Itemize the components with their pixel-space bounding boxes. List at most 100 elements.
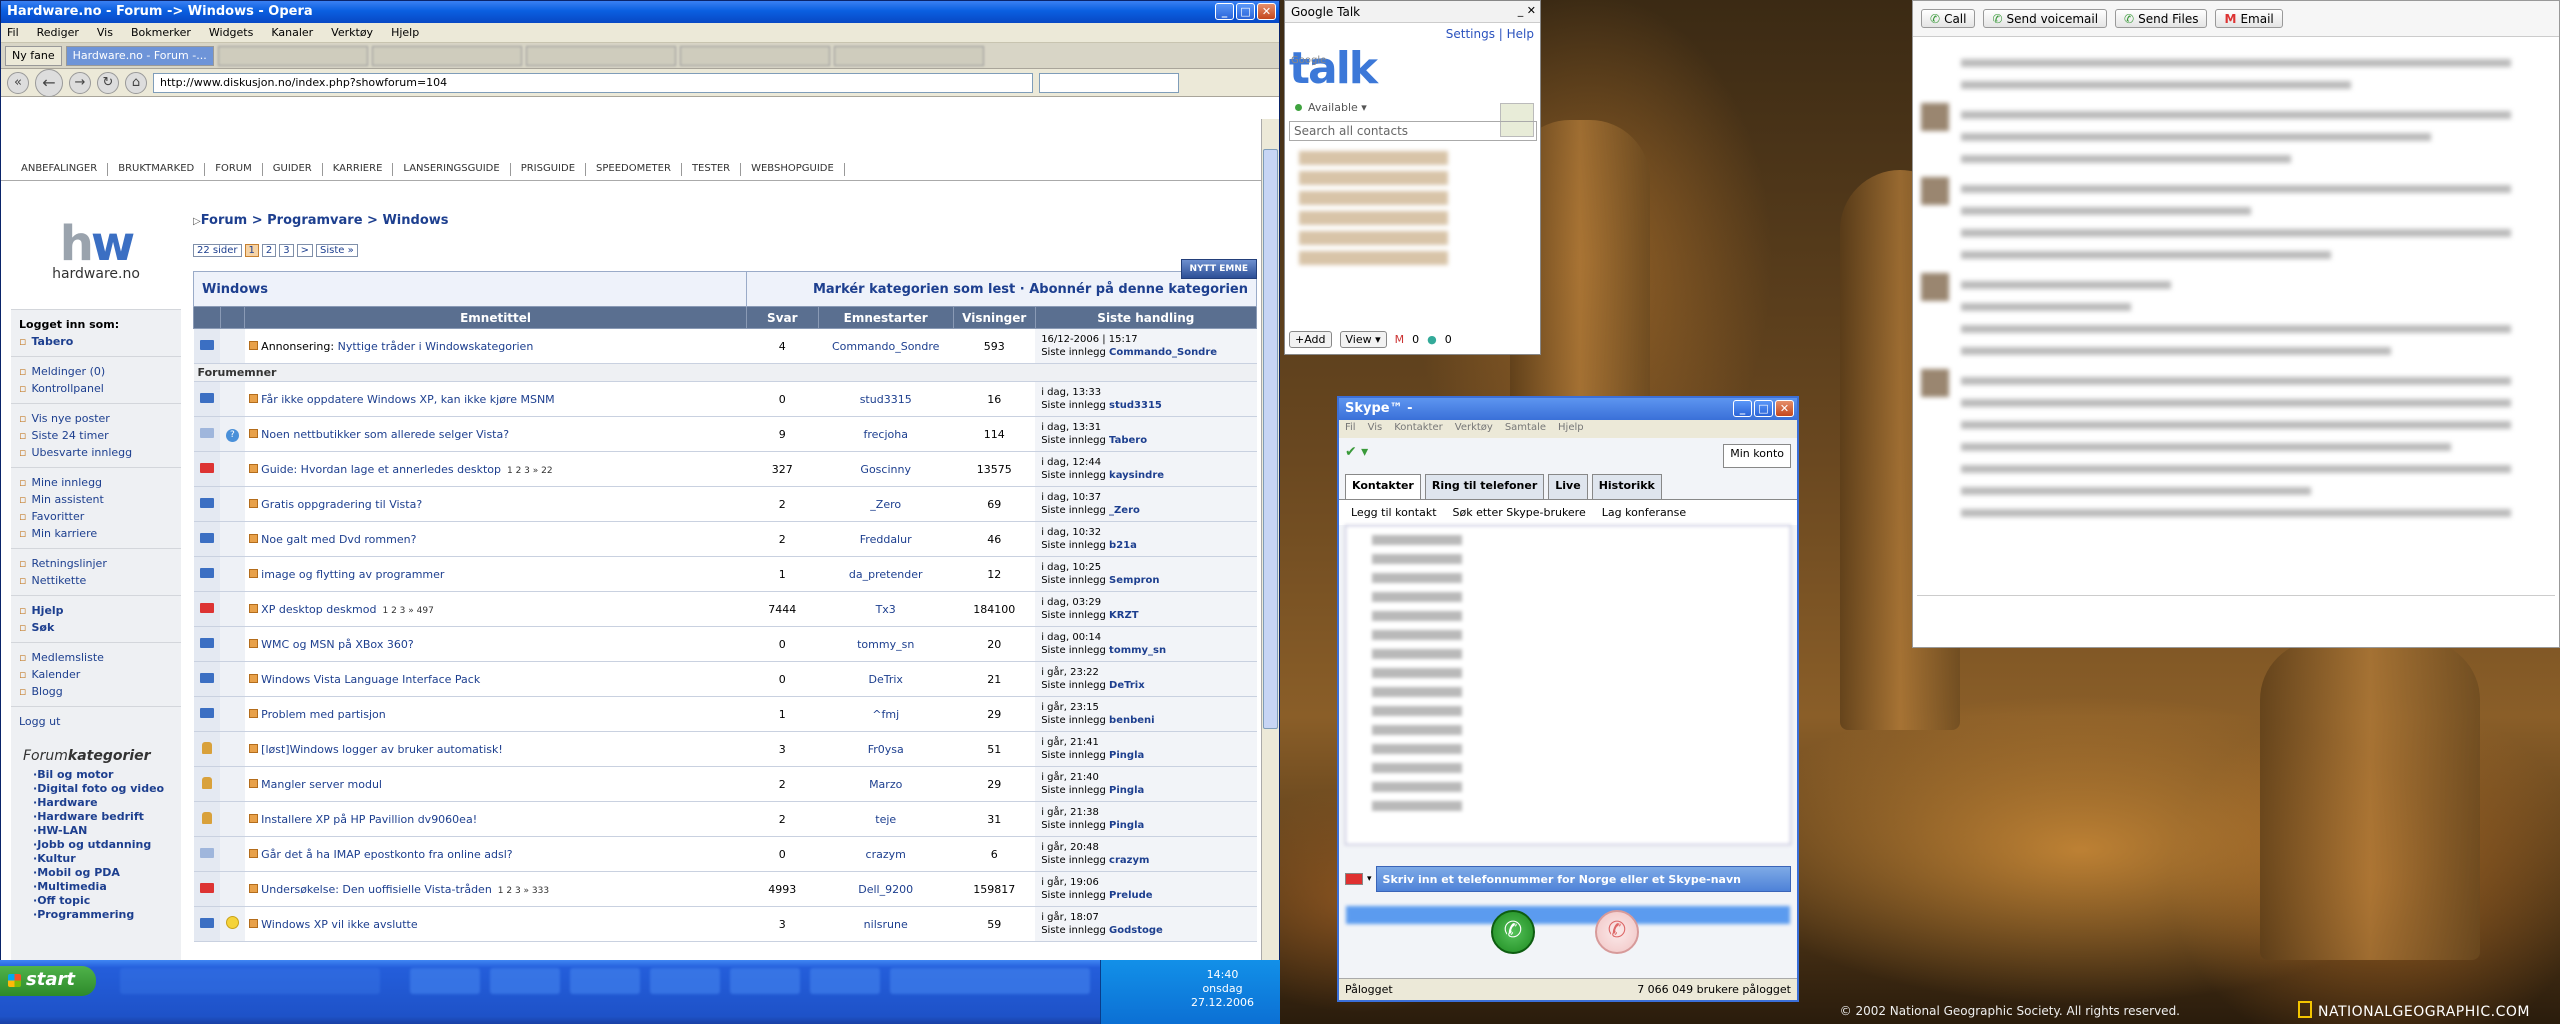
topic-starter[interactable]: Marzo xyxy=(818,766,954,802)
last-post-author[interactable]: b21a xyxy=(1109,540,1137,551)
page-3[interactable]: 3 xyxy=(279,244,294,257)
category-item[interactable]: Jobb og utdanning xyxy=(11,838,181,852)
topic-title[interactable]: Undersøkelse: Den uoffisielle Vista-tråd… xyxy=(261,883,492,896)
link-favorites[interactable]: Favoritter xyxy=(19,508,173,525)
taskbar-item[interactable] xyxy=(810,968,880,994)
table-row[interactable]: Noe galt med Dvd rommen? 2 Freddalur 46 i da… xyxy=(193,521,1257,557)
skype-online-status[interactable]: Pålogget xyxy=(1345,983,1393,996)
logged-in-user[interactable]: Tabero xyxy=(19,335,73,348)
col-last[interactable]: Siste handling xyxy=(1034,306,1258,329)
table-row[interactable]: XP desktop deskmod 1 2 3 » 497 7444 Tx3 1841… xyxy=(193,591,1257,627)
tab-live[interactable]: Live xyxy=(1548,474,1588,499)
category-item[interactable]: Multimedia xyxy=(11,880,181,894)
link-guidelines[interactable]: Retningslinjer xyxy=(19,555,173,572)
skype-menu-samtale[interactable]: Samtale xyxy=(1505,422,1546,436)
table-row[interactable]: Går det å ha IMAP epostkonto fra online … xyxy=(193,836,1257,872)
nav-lanseringsguide[interactable]: LANSERINGSGUIDE xyxy=(393,163,511,176)
skype-status-icon[interactable]: ✔ ▾ xyxy=(1345,444,1368,468)
opera-scrollbar[interactable] xyxy=(1261,119,1279,971)
topic-starter[interactable]: nilsrune xyxy=(818,906,954,942)
opera-titlebar[interactable]: Hardware.no - Forum -> Windows - Opera _… xyxy=(1,1,1279,23)
announcement-last-by[interactable]: Commando_Sondre xyxy=(1109,347,1217,358)
col-views[interactable]: Visninger xyxy=(952,306,1036,329)
menu-vis[interactable]: Vis xyxy=(97,26,113,39)
nav-tester[interactable]: TESTER xyxy=(682,163,742,176)
category-item[interactable]: Off topic xyxy=(11,894,181,908)
topic-starter[interactable]: ^fmj xyxy=(818,696,954,732)
hangup-button[interactable]: ✆ xyxy=(1595,910,1639,954)
tab-blurred[interactable] xyxy=(833,46,984,66)
table-row[interactable]: Installere XP på HP Pavillion dv9060ea! 2… xyxy=(193,801,1257,837)
topic-starter[interactable]: Dell_9200 xyxy=(818,871,954,907)
close-button[interactable]: ✕ xyxy=(1257,3,1276,20)
my-account-button[interactable]: Min konto xyxy=(1723,444,1791,468)
table-row[interactable]: [løst]Windows logger av bruker automatis… xyxy=(193,731,1257,767)
table-row[interactable]: Guide: Hvordan lage et annerledes deskto… xyxy=(193,451,1257,487)
topic-title[interactable]: [løst]Windows logger av bruker automatis… xyxy=(261,743,503,756)
last-post-author[interactable]: Prelude xyxy=(1109,890,1153,901)
topic-starter[interactable]: stud3315 xyxy=(818,381,954,417)
taskbar-item[interactable] xyxy=(890,968,1090,994)
topic-title[interactable]: Windows XP vil ikke avslutte xyxy=(261,918,417,931)
table-row[interactable]: WMC og MSN på XBox 360? 0 tommy_sn 20 i dag,… xyxy=(193,626,1257,662)
menu-rediger[interactable]: Rediger xyxy=(37,26,79,39)
link-my-assistant[interactable]: Min assistent xyxy=(19,491,173,508)
link-memberlist[interactable]: Medlemsliste xyxy=(19,649,173,666)
skype-menu-vis[interactable]: Vis xyxy=(1368,422,1383,436)
topic-title[interactable]: Installere XP på HP Pavillion dv9060ea! xyxy=(261,813,477,826)
minimize-button[interactable]: _ xyxy=(1215,3,1234,20)
last-post-author[interactable]: stud3315 xyxy=(1109,400,1162,411)
last-post-author[interactable]: Godstoge xyxy=(1109,925,1163,936)
last-post-author[interactable]: Sempron xyxy=(1109,575,1159,586)
last-post-author[interactable]: Pingla xyxy=(1109,750,1144,761)
last-post-author[interactable]: DeTrix xyxy=(1109,680,1145,691)
tab-blurred[interactable] xyxy=(525,46,676,66)
email-button[interactable]: M Email xyxy=(2215,9,2283,28)
close-icon[interactable]: _ ✕ xyxy=(1518,4,1536,17)
new-topic-button[interactable]: NYTT EMNE xyxy=(1180,259,1257,279)
nav-anbefalinger[interactable]: ANBEFALINGER xyxy=(11,163,109,176)
menu-verktoy[interactable]: Verktøy xyxy=(331,26,373,39)
topic-starter[interactable]: crazym xyxy=(818,836,954,872)
nav-webshopguide[interactable]: WEBSHOPGUIDE xyxy=(741,163,845,176)
chat-icon[interactable]: ● xyxy=(1427,333,1437,346)
gtalk-titlebar[interactable]: Google Talk _ ✕ xyxy=(1285,1,1540,23)
last-post-author[interactable]: tommy_sn xyxy=(1109,645,1166,656)
selected-contact[interactable] xyxy=(1346,906,1790,924)
last-post-author[interactable]: crazym xyxy=(1109,855,1149,866)
table-row[interactable]: Problem med partisjon 1 ^fmj 29 i går, 23:15… xyxy=(193,696,1257,732)
menu-fil[interactable]: Fil xyxy=(7,26,19,39)
flag-icon[interactable] xyxy=(1345,873,1363,885)
topic-title[interactable]: XP desktop deskmod xyxy=(261,603,376,616)
chat-message-input[interactable] xyxy=(1917,595,2555,641)
link-blog[interactable]: Blogg xyxy=(19,683,173,700)
forward-button[interactable]: → xyxy=(69,71,91,94)
breadcrumb[interactable]: Forum > Programvare > Windows xyxy=(193,213,1257,228)
skype-menu-kontakter[interactable]: Kontakter xyxy=(1394,422,1443,436)
category-item[interactable]: Programmering xyxy=(11,908,181,922)
gtalk-contact-list[interactable] xyxy=(1289,145,1537,325)
start-button[interactable]: start xyxy=(0,966,96,996)
hardware-logo[interactable]: hw hardware.no xyxy=(11,189,181,309)
link-calendar[interactable]: Kalender xyxy=(19,666,173,683)
taskbar-item[interactable] xyxy=(570,968,640,994)
add-contact-button[interactable]: Legg til kontakt xyxy=(1351,506,1437,519)
link-last-24h[interactable]: Siste 24 timer xyxy=(19,427,173,444)
link-search[interactable]: Søk xyxy=(19,619,173,636)
table-row[interactable]: Mangler server modul 2 Marzo 29 i går, 21:40… xyxy=(193,766,1257,802)
page-1[interactable]: 1 xyxy=(244,244,259,257)
nav-karriere[interactable]: KARRIERE xyxy=(323,163,394,176)
send-files-button[interactable]: ✆ Send Files xyxy=(2115,9,2208,28)
menu-widgets[interactable]: Widgets xyxy=(209,26,253,39)
topic-title[interactable]: WMC og MSN på XBox 360? xyxy=(261,638,414,651)
maximize-button[interactable]: □ xyxy=(1236,3,1255,20)
table-row[interactable]: image og flytting av programmer 1 da_prete… xyxy=(193,556,1257,592)
category-item[interactable]: Digital foto og video xyxy=(11,782,181,796)
topic-title[interactable]: Noe galt med Dvd rommen? xyxy=(261,533,416,546)
page-next[interactable]: > xyxy=(296,244,314,257)
link-netiquette[interactable]: Nettikette xyxy=(19,572,173,589)
topic-title[interactable]: Går det å ha IMAP epostkonto fra online … xyxy=(261,848,512,861)
topic-starter[interactable]: teje xyxy=(818,801,954,837)
call-button[interactable]: ✆ xyxy=(1491,910,1535,954)
skype-menu-fil[interactable]: Fil xyxy=(1345,422,1356,436)
